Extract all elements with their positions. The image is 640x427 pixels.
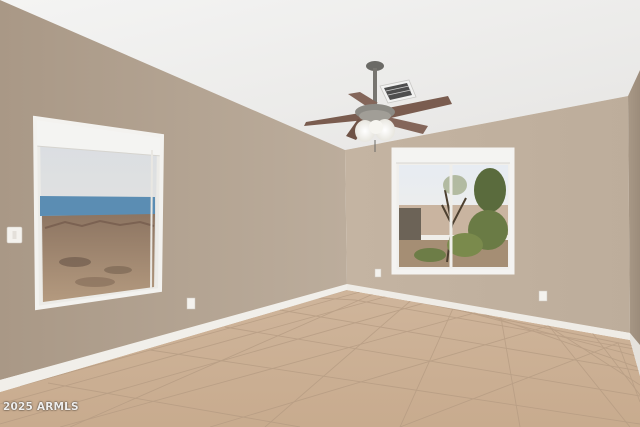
room-photo bbox=[0, 0, 640, 427]
wall-outlet-back-right bbox=[538, 290, 548, 302]
back-window bbox=[391, 147, 515, 275]
left-window bbox=[32, 115, 165, 311]
wall-outlet-left bbox=[186, 297, 196, 310]
wall-outlet-back bbox=[374, 268, 382, 278]
